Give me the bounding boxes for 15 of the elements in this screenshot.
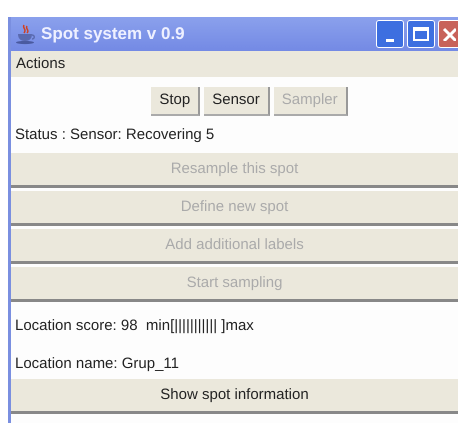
window-title: Spot system v 0.9 — [41, 23, 185, 46]
maximize-icon — [413, 27, 429, 41]
maximize-button[interactable] — [407, 20, 435, 48]
location-score-text: Location score: 98 min[||||||||||| ]max — [14, 316, 255, 336]
coffee-cup-icon — [15, 23, 37, 45]
minimize-button[interactable] — [376, 20, 404, 48]
action-button[interactable]: Show spot information — [11, 379, 458, 414]
location-name-text: Location name: Grup_11 — [14, 354, 180, 374]
close-button[interactable] — [438, 20, 458, 48]
toolbar-button[interactable]: Stop — [151, 87, 200, 116]
minimize-icon — [386, 38, 394, 42]
menu-item[interactable]: Actions — [11, 52, 70, 76]
status-text: Status : Sensor: Recovering 5 — [14, 124, 216, 144]
close-icon — [442, 27, 456, 41]
toolbar-button[interactable]: Sensor — [204, 87, 270, 116]
